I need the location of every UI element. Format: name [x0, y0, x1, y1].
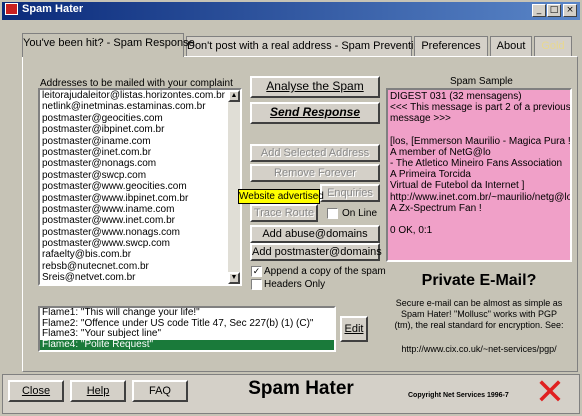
private-email-line: Secure e-mail can be almost as simple as — [395, 298, 563, 308]
address-item[interactable]: postmaster@www.inet.com.br — [40, 215, 240, 226]
app-icon — [5, 3, 18, 15]
window-title: Spam Hater — [22, 3, 84, 15]
flames-list[interactable]: Flame1: "This will change your life!" Fl… — [38, 306, 336, 352]
close-button[interactable]: Close — [8, 380, 64, 402]
spam-sample-label: Spam Sample — [450, 76, 513, 87]
address-item[interactable]: postmaster@geocities.com — [40, 113, 240, 124]
address-item[interactable]: postmaster@www.geocities.com — [40, 181, 240, 192]
close-window-button[interactable]: × — [563, 4, 577, 17]
website-advertised-tooltip: Website advertised — [238, 189, 324, 204]
address-item[interactable]: postmaster@iname.com — [40, 136, 240, 147]
address-item[interactable]: netlink@inetminas.estaminas.com.br — [40, 101, 240, 112]
flame-item[interactable]: Flame3: "Your subject line" — [40, 328, 334, 340]
enquiries-button[interactable]: Enquiries — [320, 184, 380, 202]
maximize-button[interactable]: □ — [547, 4, 561, 17]
private-email-line: Spam Hater! "Mollusc" works with PGP — [401, 309, 557, 319]
headers-only-checkbox[interactable] — [251, 279, 262, 290]
sample-line: A Primeira Torcida — [390, 169, 471, 181]
sample-line: 0 OK, 0:1 — [390, 225, 433, 237]
private-email-text: Secure e-mail can be almost as simple as… — [386, 298, 572, 331]
minimize-button[interactable]: _ — [532, 4, 546, 17]
addresses-list[interactable]: leitorajudaleitor@listas.horizontes.com.… — [38, 88, 242, 286]
tab-preferences[interactable]: Preferences — [414, 36, 488, 56]
flame-item-selected[interactable]: Flame4: "Polite Request" — [40, 339, 334, 350]
sample-line: A member of NetG@lo — [390, 146, 491, 158]
faq-button[interactable]: FAQ — [132, 380, 188, 402]
trace-route-button[interactable]: Trace Route — [250, 204, 318, 222]
add-abuse-button[interactable]: Add abuse@domains — [250, 225, 380, 243]
addresses-scrollbar[interactable] — [228, 90, 240, 284]
flame-item[interactable]: Flame1: "This will change your life!" — [40, 308, 334, 319]
on-line-label: On Line — [342, 208, 378, 219]
footer-app-name: Spam Hater — [248, 378, 354, 399]
tab-spam-response[interactable]: You've been hit? - Spam Response — [22, 33, 195, 57]
sample-line: <<< This message is part 2 of a previous — [390, 102, 571, 114]
x-logo-icon[interactable]: ✕ — [528, 375, 572, 411]
address-item[interactable]: rafaelty@bis.com.br — [40, 249, 240, 260]
address-item[interactable]: rebsb@nutecnet.com.br — [40, 261, 240, 272]
address-item[interactable]: postmaster@nonags.com — [40, 158, 240, 169]
address-item[interactable]: postmaster@inet.com.br — [40, 147, 240, 158]
address-item[interactable]: postmaster@www.nonags.com — [40, 227, 240, 238]
append-copy-checkbox[interactable]: ✓ — [251, 266, 262, 277]
address-item[interactable]: postmaster@www.iname.com — [40, 204, 240, 215]
analyse-spam-button[interactable]: Analyse the Spam — [250, 76, 380, 98]
sample-line: A Zx-Spectrum Fan ! — [390, 202, 482, 214]
headers-only-label: Headers Only — [264, 279, 326, 290]
sample-line: message >>> — [390, 113, 451, 125]
private-email-line: (tm), the real standard for encryption. … — [394, 320, 564, 330]
sample-line: http://www.inet.com.br/~maurilio/netg@lo — [390, 191, 572, 203]
copyright-text: Copyright Net Services 1996-7 — [408, 392, 509, 399]
private-email-heading: Private E-Mail? — [421, 272, 537, 289]
append-copy-label: Append a copy of the spam — [264, 266, 386, 277]
address-item[interactable]: leitorajudaleitor@listas.horizontes.com.… — [40, 90, 240, 101]
spam-sample-text[interactable]: DIGEST 031 (32 mensagens) <<< This messa… — [386, 88, 572, 262]
send-response-button[interactable]: Send Response — [250, 102, 380, 124]
scroll-down-icon[interactable]: ▼ — [228, 272, 240, 284]
title-bar[interactable] — [2, 2, 580, 20]
edit-button[interactable]: Edit — [340, 316, 368, 342]
address-item[interactable]: postmaster@ibpinet.com.br — [40, 124, 240, 135]
sample-line: - The Atletico Mineiro Fans Association — [390, 158, 563, 170]
tab-gold[interactable]: Gold — [534, 36, 572, 56]
sample-line: Virtual de Futebol da Internet ] — [390, 180, 525, 192]
add-selected-address-button[interactable]: Add Selected Address — [250, 144, 380, 162]
sample-line — [390, 214, 568, 225]
sample-line — [390, 125, 568, 136]
on-line-checkbox[interactable] — [327, 208, 338, 219]
address-item[interactable]: postmaster@www.ibpinet.com.br — [40, 193, 240, 204]
add-postmaster-button[interactable]: Add postmaster@domains — [250, 243, 382, 261]
address-item[interactable]: Sreis@netvet.com.br — [40, 272, 240, 283]
tab-spam-prevention[interactable]: Don't post with a real address - Spam Pr… — [186, 36, 426, 56]
pgp-url-link[interactable]: http://www.cix.co.uk/~net-services/pgp/ — [386, 344, 572, 354]
scroll-up-icon[interactable]: ▲ — [228, 90, 240, 102]
remove-forever-button[interactable]: Remove Forever — [250, 164, 380, 182]
tab-about[interactable]: About — [490, 36, 532, 56]
address-item[interactable]: postmaster@swcp.com — [40, 170, 240, 181]
sample-line: [los, [Emmerson Maurilio - Magica Pura !… — [390, 135, 572, 147]
sample-line: DIGEST 031 (32 mensagens) — [390, 91, 522, 102]
address-item[interactable]: postmaster@www.swcp.com — [40, 238, 240, 249]
help-button[interactable]: Help — [70, 380, 126, 402]
